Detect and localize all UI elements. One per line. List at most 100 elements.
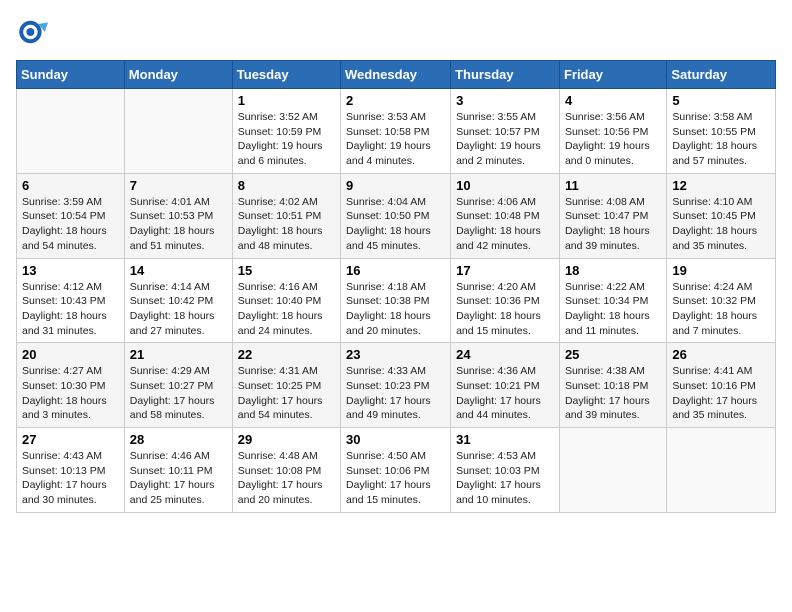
- day-info: Sunrise: 4:50 AM Sunset: 10:06 PM Daylig…: [346, 449, 445, 508]
- calendar-day-cell: 1Sunrise: 3:52 AM Sunset: 10:59 PM Dayli…: [232, 89, 340, 174]
- calendar-day-cell: 8 Sunrise: 4:02 AM Sunset: 10:51 PM Dayli…: [232, 173, 340, 258]
- calendar-day-cell: 20 Sunrise: 4:27 AM Sunset: 10:30 PM Dayl…: [17, 343, 125, 428]
- day-info: Sunrise: 3:59 AM Sunset: 10:54 PM Daylig…: [22, 195, 119, 254]
- calendar-day-cell: 14 Sunrise: 4:14 AM Sunset: 10:42 PM Dayl…: [124, 258, 232, 343]
- calendar-day-cell: 6 Sunrise: 3:59 AM Sunset: 10:54 PM Dayli…: [17, 173, 125, 258]
- calendar-day-cell: 27 Sunrise: 4:43 AM Sunset: 10:13 PM Dayl…: [17, 428, 125, 513]
- day-info: Sunrise: 4:36 AM Sunset: 10:21 PM Daylig…: [456, 364, 554, 423]
- calendar-day-cell: 9 Sunrise: 4:04 AM Sunset: 10:50 PM Dayli…: [341, 173, 451, 258]
- day-number: 8: [238, 178, 335, 193]
- calendar-day-cell: 18 Sunrise: 4:22 AM Sunset: 10:34 PM Dayl…: [559, 258, 666, 343]
- day-number: 5: [672, 93, 770, 108]
- calendar-week-row: 1Sunrise: 3:52 AM Sunset: 10:59 PM Dayli…: [17, 89, 776, 174]
- calendar-day-cell: 16 Sunrise: 4:18 AM Sunset: 10:38 PM Dayl…: [341, 258, 451, 343]
- day-of-week-header: Friday: [559, 61, 666, 89]
- calendar-day-cell: 26 Sunrise: 4:41 AM Sunset: 10:16 PM Dayl…: [667, 343, 776, 428]
- day-number: 16: [346, 263, 445, 278]
- day-number: 11: [565, 178, 661, 193]
- calendar-day-cell: 12Sunrise: 4:10 AM Sunset: 10:45 PM Dayl…: [667, 173, 776, 258]
- day-info: Sunrise: 4:10 AM Sunset: 10:45 PM Daylig…: [672, 195, 770, 254]
- day-info: Sunrise: 4:08 AM Sunset: 10:47 PM Daylig…: [565, 195, 661, 254]
- calendar-day-cell: 15 Sunrise: 4:16 AM Sunset: 10:40 PM Dayl…: [232, 258, 340, 343]
- calendar-day-cell: 28 Sunrise: 4:46 AM Sunset: 10:11 PM Dayl…: [124, 428, 232, 513]
- day-info: Sunrise: 3:58 AM Sunset: 10:55 PM Daylig…: [672, 110, 770, 169]
- calendar-day-cell: 4 Sunrise: 3:56 AM Sunset: 10:56 PM Dayli…: [559, 89, 666, 174]
- calendar-day-cell: 2 Sunrise: 3:53 AM Sunset: 10:58 PM Dayli…: [341, 89, 451, 174]
- day-number: 19: [672, 263, 770, 278]
- day-info: Sunrise: 4:46 AM Sunset: 10:11 PM Daylig…: [130, 449, 227, 508]
- day-number: 29: [238, 432, 335, 447]
- day-info: Sunrise: 4:27 AM Sunset: 10:30 PM Daylig…: [22, 364, 119, 423]
- calendar-day-cell: 21Sunrise: 4:29 AM Sunset: 10:27 PM Dayl…: [124, 343, 232, 428]
- calendar-day-cell: 22Sunrise: 4:31 AM Sunset: 10:25 PM Dayl…: [232, 343, 340, 428]
- day-number: 25: [565, 347, 661, 362]
- day-info: Sunrise: 4:16 AM Sunset: 10:40 PM Daylig…: [238, 280, 335, 339]
- calendar-day-cell: 24 Sunrise: 4:36 AM Sunset: 10:21 PM Dayl…: [451, 343, 560, 428]
- day-info: Sunrise: 4:14 AM Sunset: 10:42 PM Daylig…: [130, 280, 227, 339]
- calendar-week-row: 6 Sunrise: 3:59 AM Sunset: 10:54 PM Dayli…: [17, 173, 776, 258]
- calendar-day-cell: 3 Sunrise: 3:55 AM Sunset: 10:57 PM Dayli…: [451, 89, 560, 174]
- calendar-week-row: 27 Sunrise: 4:43 AM Sunset: 10:13 PM Dayl…: [17, 428, 776, 513]
- day-of-week-header: Thursday: [451, 61, 560, 89]
- day-number: 6: [22, 178, 119, 193]
- calendar-day-cell: 17 Sunrise: 4:20 AM Sunset: 10:36 PM Dayl…: [451, 258, 560, 343]
- day-number: 24: [456, 347, 554, 362]
- day-info: Sunrise: 4:53 AM Sunset: 10:03 PM Daylig…: [456, 449, 554, 508]
- day-info: Sunrise: 4:48 AM Sunset: 10:08 PM Daylig…: [238, 449, 335, 508]
- day-number: 20: [22, 347, 119, 362]
- day-number: 14: [130, 263, 227, 278]
- day-of-week-header: Monday: [124, 61, 232, 89]
- page-header: [16, 16, 776, 48]
- calendar-table: SundayMondayTuesdayWednesdayThursdayFrid…: [16, 60, 776, 513]
- day-number: 26: [672, 347, 770, 362]
- day-info: Sunrise: 4:06 AM Sunset: 10:48 PM Daylig…: [456, 195, 554, 254]
- day-number: 23: [346, 347, 445, 362]
- day-number: 4: [565, 93, 661, 108]
- day-info: Sunrise: 4:22 AM Sunset: 10:34 PM Daylig…: [565, 280, 661, 339]
- calendar-day-cell: 25 Sunrise: 4:38 AM Sunset: 10:18 PM Dayl…: [559, 343, 666, 428]
- day-info: Sunrise: 4:20 AM Sunset: 10:36 PM Daylig…: [456, 280, 554, 339]
- day-info: Sunrise: 3:56 AM Sunset: 10:56 PM Daylig…: [565, 110, 661, 169]
- day-info: Sunrise: 4:24 AM Sunset: 10:32 PM Daylig…: [672, 280, 770, 339]
- day-info: Sunrise: 4:43 AM Sunset: 10:13 PM Daylig…: [22, 449, 119, 508]
- day-number: 21: [130, 347, 227, 362]
- day-info: Sunrise: 3:53 AM Sunset: 10:58 PM Daylig…: [346, 110, 445, 169]
- calendar-day-cell: 23 Sunrise: 4:33 AM Sunset: 10:23 PM Dayl…: [341, 343, 451, 428]
- day-number: 3: [456, 93, 554, 108]
- day-number: 31: [456, 432, 554, 447]
- calendar-day-cell: 29 Sunrise: 4:48 AM Sunset: 10:08 PM Dayl…: [232, 428, 340, 513]
- calendar-day-cell: 10 Sunrise: 4:06 AM Sunset: 10:48 PM Dayl…: [451, 173, 560, 258]
- day-info: Sunrise: 4:18 AM Sunset: 10:38 PM Daylig…: [346, 280, 445, 339]
- day-info: Sunrise: 4:41 AM Sunset: 10:16 PM Daylig…: [672, 364, 770, 423]
- day-of-week-header: Wednesday: [341, 61, 451, 89]
- day-info: Sunrise: 4:38 AM Sunset: 10:18 PM Daylig…: [565, 364, 661, 423]
- day-info: Sunrise: 4:12 AM Sunset: 10:43 PM Daylig…: [22, 280, 119, 339]
- day-info: Sunrise: 4:02 AM Sunset: 10:51 PM Daylig…: [238, 195, 335, 254]
- day-number: 18: [565, 263, 661, 278]
- day-number: 17: [456, 263, 554, 278]
- calendar-day-cell: [559, 428, 666, 513]
- day-number: 10: [456, 178, 554, 193]
- day-of-week-header: Saturday: [667, 61, 776, 89]
- day-of-week-header: Sunday: [17, 61, 125, 89]
- day-number: 9: [346, 178, 445, 193]
- calendar-day-cell: 7Sunrise: 4:01 AM Sunset: 10:53 PM Dayli…: [124, 173, 232, 258]
- day-number: 7: [130, 178, 227, 193]
- calendar-day-cell: [124, 89, 232, 174]
- calendar-day-cell: 30Sunrise: 4:50 AM Sunset: 10:06 PM Dayl…: [341, 428, 451, 513]
- day-number: 27: [22, 432, 119, 447]
- day-number: 28: [130, 432, 227, 447]
- day-number: 2: [346, 93, 445, 108]
- day-number: 1: [238, 93, 335, 108]
- day-number: 13: [22, 263, 119, 278]
- calendar-day-cell: [667, 428, 776, 513]
- day-info: Sunrise: 4:33 AM Sunset: 10:23 PM Daylig…: [346, 364, 445, 423]
- day-info: Sunrise: 3:55 AM Sunset: 10:57 PM Daylig…: [456, 110, 554, 169]
- calendar-day-cell: 31 Sunrise: 4:53 AM Sunset: 10:03 PM Dayl…: [451, 428, 560, 513]
- day-of-week-header: Tuesday: [232, 61, 340, 89]
- day-number: 15: [238, 263, 335, 278]
- day-info: Sunrise: 4:04 AM Sunset: 10:50 PM Daylig…: [346, 195, 445, 254]
- calendar-day-cell: [17, 89, 125, 174]
- calendar-day-cell: 11 Sunrise: 4:08 AM Sunset: 10:47 PM Dayl…: [559, 173, 666, 258]
- calendar-day-cell: 19 Sunrise: 4:24 AM Sunset: 10:32 PM Dayl…: [667, 258, 776, 343]
